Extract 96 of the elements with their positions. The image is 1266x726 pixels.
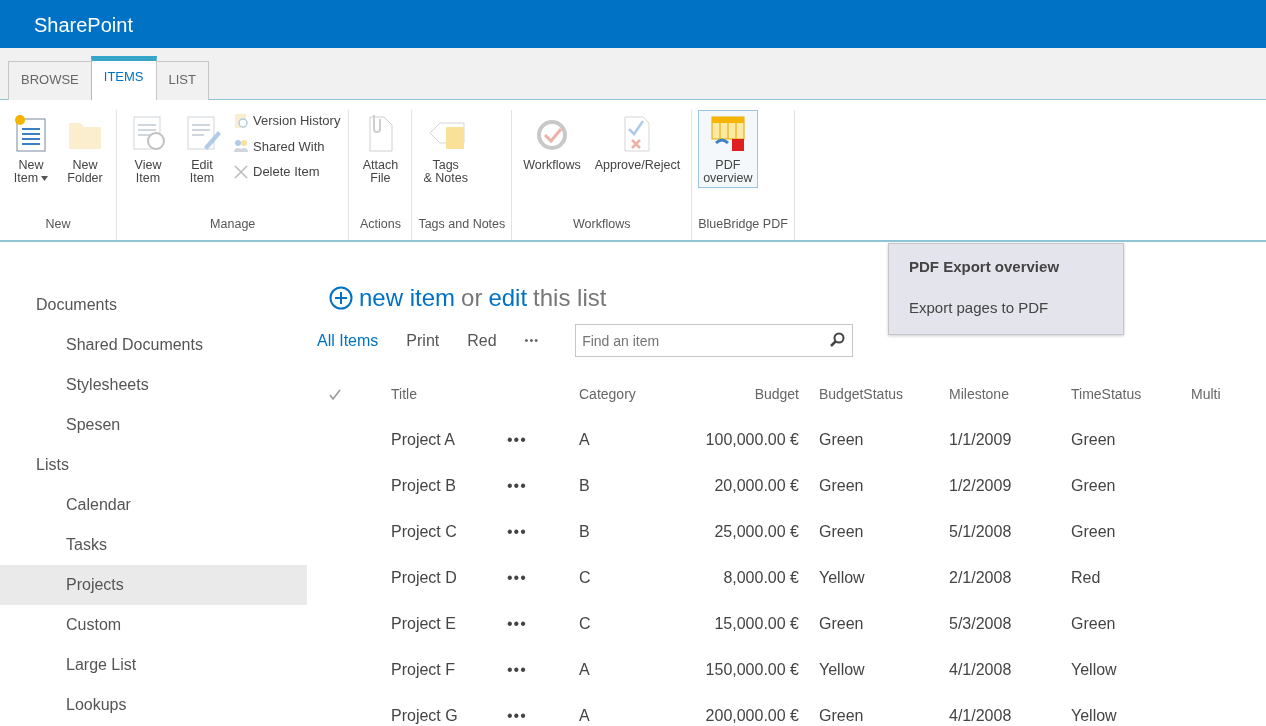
group-label: BlueBridge PDF — [698, 216, 788, 234]
group-label: Actions — [358, 216, 402, 234]
nav-link[interactable]: Shared Documents — [0, 325, 307, 365]
nav-link[interactable]: Documents — [0, 285, 307, 325]
table-cell: 5/3/2008 — [949, 601, 1071, 647]
table-cell-text: A — [579, 660, 591, 680]
heading-text: this list — [533, 283, 607, 313]
table-cell: Project B — [391, 463, 507, 509]
table-cell: Project C — [391, 509, 507, 555]
table-cell: Yellow — [819, 647, 949, 693]
table-cell-text: 8,000.00 € — [722, 568, 799, 588]
column-header[interactable]: Multi — [1191, 371, 1251, 417]
edit-link[interactable]: edit — [488, 280, 528, 316]
check-icon[interactable] — [329, 388, 341, 401]
tooltip-title: PDF Export overview — [909, 257, 1061, 277]
table-cell-text: Green — [1071, 522, 1117, 542]
table-cell-text: 2/1/2008 — [949, 568, 1013, 588]
table-cell-text: A — [579, 430, 591, 450]
column-header[interactable]: Budget — [699, 371, 799, 417]
group-label: Tags and Notes — [418, 216, 506, 234]
more-button[interactable]: ••• — [507, 555, 579, 601]
ribbon-tab[interactable]: ITEMS — [90, 56, 157, 100]
table-cell: Green — [819, 601, 949, 647]
nav-link[interactable]: Lists — [0, 445, 307, 485]
table-cell: 5/1/2008 — [949, 509, 1071, 555]
column-header[interactable]: BudgetStatus — [819, 371, 949, 417]
table-cell-text: C — [579, 568, 592, 588]
nav-link[interactable]: Projects — [0, 565, 307, 605]
table-cell-text: Red — [1071, 568, 1102, 588]
more-button[interactable]: ••• — [507, 647, 579, 693]
add-icon[interactable] — [329, 286, 353, 310]
table-cell-text: Green — [1071, 430, 1117, 450]
table-cell: 4/1/2008 — [949, 693, 1071, 726]
table-cell-text: 15,000.00 € — [713, 614, 799, 634]
table-cell-text: 200,000.00 € — [704, 706, 799, 726]
table-cell-text: Yellow — [1071, 660, 1118, 680]
table-cell-text: Green — [819, 476, 865, 496]
table-cell: Project G — [391, 693, 507, 726]
ribbon-tab[interactable]: BROWSE — [8, 61, 92, 100]
table-cell: 1/2/2009 — [949, 463, 1071, 509]
close-icon — [233, 163, 249, 180]
view-link[interactable]: Print — [406, 328, 440, 353]
view-link[interactable]: Red — [467, 328, 497, 353]
table-cell-text: 150,000.00 € — [704, 660, 799, 680]
table-cell-text: 100,000.00 € — [704, 430, 799, 450]
table-cell: 1/1/2009 — [949, 417, 1071, 463]
column-header[interactable]: Milestone — [949, 371, 1071, 417]
ribbon-tab[interactable]: LIST — [155, 61, 209, 100]
nav-link[interactable]: Calendar — [0, 485, 307, 525]
table-cell-text: Green — [1071, 614, 1117, 634]
table-cell-text: 25,000.00 € — [713, 522, 799, 542]
nav-link[interactable]: Stylesheets — [0, 365, 307, 405]
table-cell: Project D — [391, 555, 507, 601]
more-button[interactable]: ••• — [507, 693, 579, 726]
nav-link[interactable]: Spesen — [0, 405, 307, 445]
more-button[interactable]: ••• — [507, 601, 579, 647]
search-field[interactable]: Find an item — [575, 324, 854, 357]
nav-link[interactable]: Large List — [0, 645, 307, 685]
table-cell: Project E — [391, 601, 507, 647]
more-button[interactable]: ••• — [507, 463, 579, 509]
table-cell-text: B — [579, 522, 591, 542]
new-item-link[interactable]: new item — [359, 280, 456, 316]
column-header[interactable]: Category — [579, 371, 699, 417]
more-button[interactable]: ••• — [524, 332, 540, 349]
group-label: Manage — [209, 216, 257, 234]
search-icon[interactable] — [829, 332, 846, 348]
nav-link[interactable]: Custom — [0, 605, 307, 645]
group-label: Workflows — [572, 216, 632, 234]
view-link[interactable]: All Items — [317, 328, 379, 353]
column-header[interactable]: TimeStatus — [1071, 371, 1191, 417]
table-cell: Green — [819, 693, 949, 726]
group-label: New — [44, 216, 72, 234]
table-cell-text: A — [579, 706, 591, 726]
table-cell-text: B — [579, 476, 591, 496]
column-header[interactable]: Title — [391, 371, 507, 417]
table-cell-text: Yellow — [1071, 706, 1118, 726]
table-cell-text: Green — [1071, 476, 1117, 496]
history-icon — [233, 112, 249, 129]
people-icon — [233, 138, 249, 155]
table-cell-text: Green — [819, 430, 865, 450]
ribbon-button[interactable]: New Item — [6, 110, 56, 189]
more-button[interactable]: ••• — [507, 509, 579, 555]
app-title[interactable]: SharePoint — [34, 10, 133, 40]
nav-link[interactable]: Tasks — [0, 525, 307, 565]
nav-link[interactable]: Lookups — [0, 685, 307, 725]
ribbon-button[interactable]: PDF overview — [698, 110, 758, 189]
table-cell: Yellow — [819, 555, 949, 601]
table-cell-text: C — [579, 614, 592, 634]
tooltip-text: Export pages to PDF — [909, 297, 1050, 318]
table-cell: Green — [819, 509, 949, 555]
table-cell: Project A — [391, 417, 507, 463]
more-button[interactable]: ••• — [507, 417, 579, 463]
table-cell: Project F — [391, 647, 507, 693]
heading-text: or — [461, 283, 483, 313]
table-cell: 4/1/2008 — [949, 647, 1071, 693]
table-cell-text: 20,000.00 € — [713, 476, 799, 496]
